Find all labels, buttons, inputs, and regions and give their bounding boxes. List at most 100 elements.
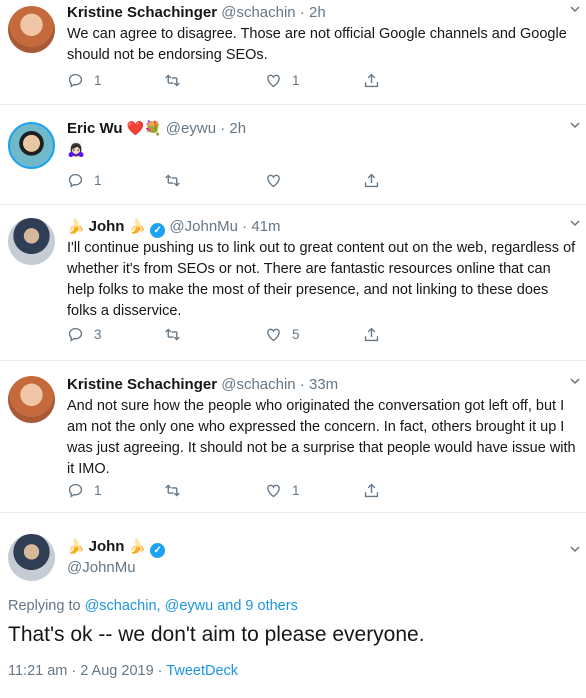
author-name[interactable]: John [89,218,125,235]
reply-icon [68,173,83,188]
tweet-header: Kristine Schachinger @schachin · 2h [67,4,326,21]
tweet-text: And not sure how the people who originat… [67,398,576,477]
share-button[interactable] [363,482,390,499]
chevron-down-icon[interactable] [570,4,580,14]
kristine-avatar[interactable] [8,6,55,53]
tweet-time[interactable]: 2h [309,4,326,21]
tweet-text: I'll continue pushing us to link out to … [67,240,576,319]
reply-separator: , [156,598,161,614]
replying-prefix: Replying to [8,598,81,614]
replying-to: Replying to @schachin, @eywu and 9 other… [8,598,298,614]
tweet-meta: 11:21 am · 2 Aug 2019 · TweetDeck [8,663,238,679]
tweet-header: Kristine Schachinger @schachin · 33m [67,376,339,393]
banana-emoji: 🍌 [67,538,85,554]
john-avatar[interactable] [8,534,55,581]
author-name[interactable]: John [89,538,125,555]
like-count: 1 [292,483,300,498]
retweet-button[interactable] [164,326,191,343]
verified-badge-icon: ✓ [150,543,166,558]
like-count: 1 [292,73,300,88]
share-icon [364,73,379,88]
like-button[interactable]: 5 [265,326,300,343]
heart-icon [267,328,280,342]
retweet-icon [165,74,180,87]
chevron-down-icon[interactable] [570,376,580,386]
reply-button[interactable]: 1 [67,482,102,499]
tweet-actions: 3 5 [67,326,387,346]
reply-icon [68,483,83,498]
reply-count: 1 [94,73,102,88]
share-icon [364,483,379,498]
john-avatar[interactable] [8,218,55,265]
reply-mention-schachin[interactable]: @schachin [85,598,157,614]
author-handle[interactable]: @JohnMu [169,218,238,235]
name-emoji: ❤️💐 [126,120,162,136]
reply-mention-others[interactable]: and 9 others [217,598,298,614]
banana-emoji: 🍌 [128,538,147,554]
like-button[interactable]: 1 [265,72,300,89]
reply-mention-eywu[interactable]: @eywu [165,598,214,614]
tweet-kristine-1[interactable]: Kristine Schachinger @schachin · 2h We c… [0,0,586,104]
kristine-avatar[interactable] [8,376,55,423]
eric-avatar[interactable] [8,122,55,169]
retweet-icon [165,174,180,187]
tweet-eric[interactable]: Eric Wu ❤️💐 @eywu · 2h 🙇🏻‍♀️ 1 [0,116,586,204]
author-handle[interactable]: @eywu [166,120,216,137]
main-tweet-text: That's ok -- we don't aim to please ever… [8,623,425,646]
divider [0,512,586,513]
tweet-header: Eric Wu ❤️💐 @eywu · 2h [67,120,247,137]
verified-badge-icon: ✓ [150,223,166,238]
divider [0,204,586,205]
reply-button[interactable]: 1 [67,172,102,189]
divider [0,360,586,361]
reply-button[interactable]: 1 [67,72,102,89]
tweet-john[interactable]: 🍌 John 🍌 ✓ @JohnMu · 41m I'll continue p… [0,214,586,360]
retweet-icon [165,328,180,341]
share-button[interactable] [363,72,390,89]
tweet-text: We can agree to disagree. Those are not … [67,26,567,63]
tweet-time[interactable]: 41m [251,218,280,235]
divider [0,104,586,105]
tweet-actions: 1 1 [67,482,387,502]
reply-count: 3 [94,327,102,342]
reply-count: 1 [94,483,102,498]
author-name[interactable]: Kristine Schachinger [67,376,217,393]
reply-button[interactable]: 3 [67,326,102,343]
reply-icon [68,73,83,88]
tweet-actions: 1 [67,172,387,192]
tweet-time[interactable]: 2h [229,120,246,137]
tweet-kristine-2[interactable]: Kristine Schachinger @schachin · 33m And… [0,372,586,512]
tweet-header: 🍌 John 🍌 ✓ @JohnMu · 41m [67,218,281,238]
reply-icon [68,327,83,342]
banana-emoji: 🍌 [67,218,85,234]
heart-icon [267,74,280,88]
share-icon [364,327,379,342]
retweet-button[interactable] [164,482,191,499]
author-name[interactable]: Kristine Schachinger [67,4,217,21]
tweet-actions: 1 1 [67,72,387,92]
share-button[interactable] [363,326,390,343]
tweet-text: 🙇🏻‍♀️ [67,142,86,158]
author-handle[interactable]: @schachin [221,376,295,393]
main-tweet-header: 🍌 John 🍌 ✓ [67,538,166,558]
main-tweet-handle-row: @JohnMu [67,559,136,576]
author-handle[interactable]: @schachin [221,4,295,21]
author-name[interactable]: Eric Wu [67,120,123,137]
chevron-down-icon[interactable] [570,218,580,228]
share-button[interactable] [363,172,390,189]
retweet-button[interactable] [164,72,191,89]
tweet-timestamp[interactable]: 11:21 am · 2 Aug 2019 · [8,663,163,679]
retweet-icon [165,484,180,497]
retweet-button[interactable] [164,172,191,189]
share-icon [364,173,379,188]
chevron-down-icon[interactable] [570,544,580,554]
like-count: 5 [292,327,300,342]
author-handle[interactable]: @JohnMu [67,559,136,576]
banana-emoji: 🍌 [128,218,147,234]
tweet-source[interactable]: TweetDeck [166,663,238,679]
tweet-time[interactable]: 33m [309,376,338,393]
heart-icon [267,174,280,188]
like-button[interactable] [265,172,292,189]
like-button[interactable]: 1 [265,482,300,499]
chevron-down-icon[interactable] [570,120,580,130]
